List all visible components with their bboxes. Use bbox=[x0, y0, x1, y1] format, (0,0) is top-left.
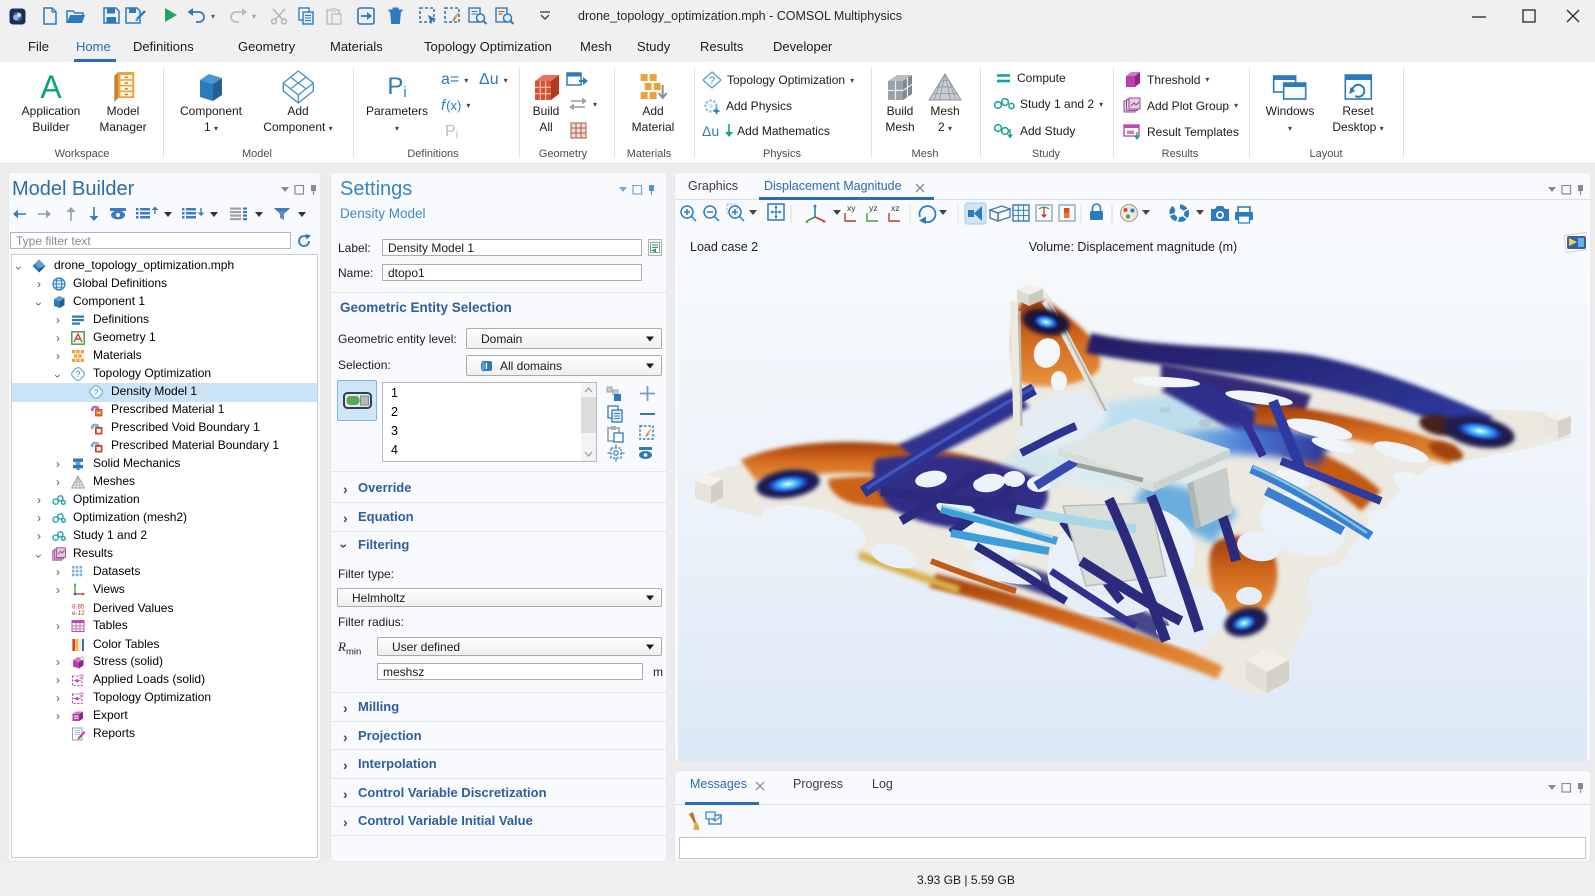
svg-text:?: ? bbox=[709, 75, 715, 87]
svg-text:xy: xy bbox=[847, 203, 856, 213]
svg-text:Volume: Displacement magnitude: Volume: Displacement magnitude (m) bbox=[1029, 240, 1237, 254]
svg-text:Load case 2: Load case 2 bbox=[690, 240, 758, 254]
svg-text:yz: yz bbox=[869, 203, 878, 213]
svg-text:xz: xz bbox=[891, 203, 900, 213]
